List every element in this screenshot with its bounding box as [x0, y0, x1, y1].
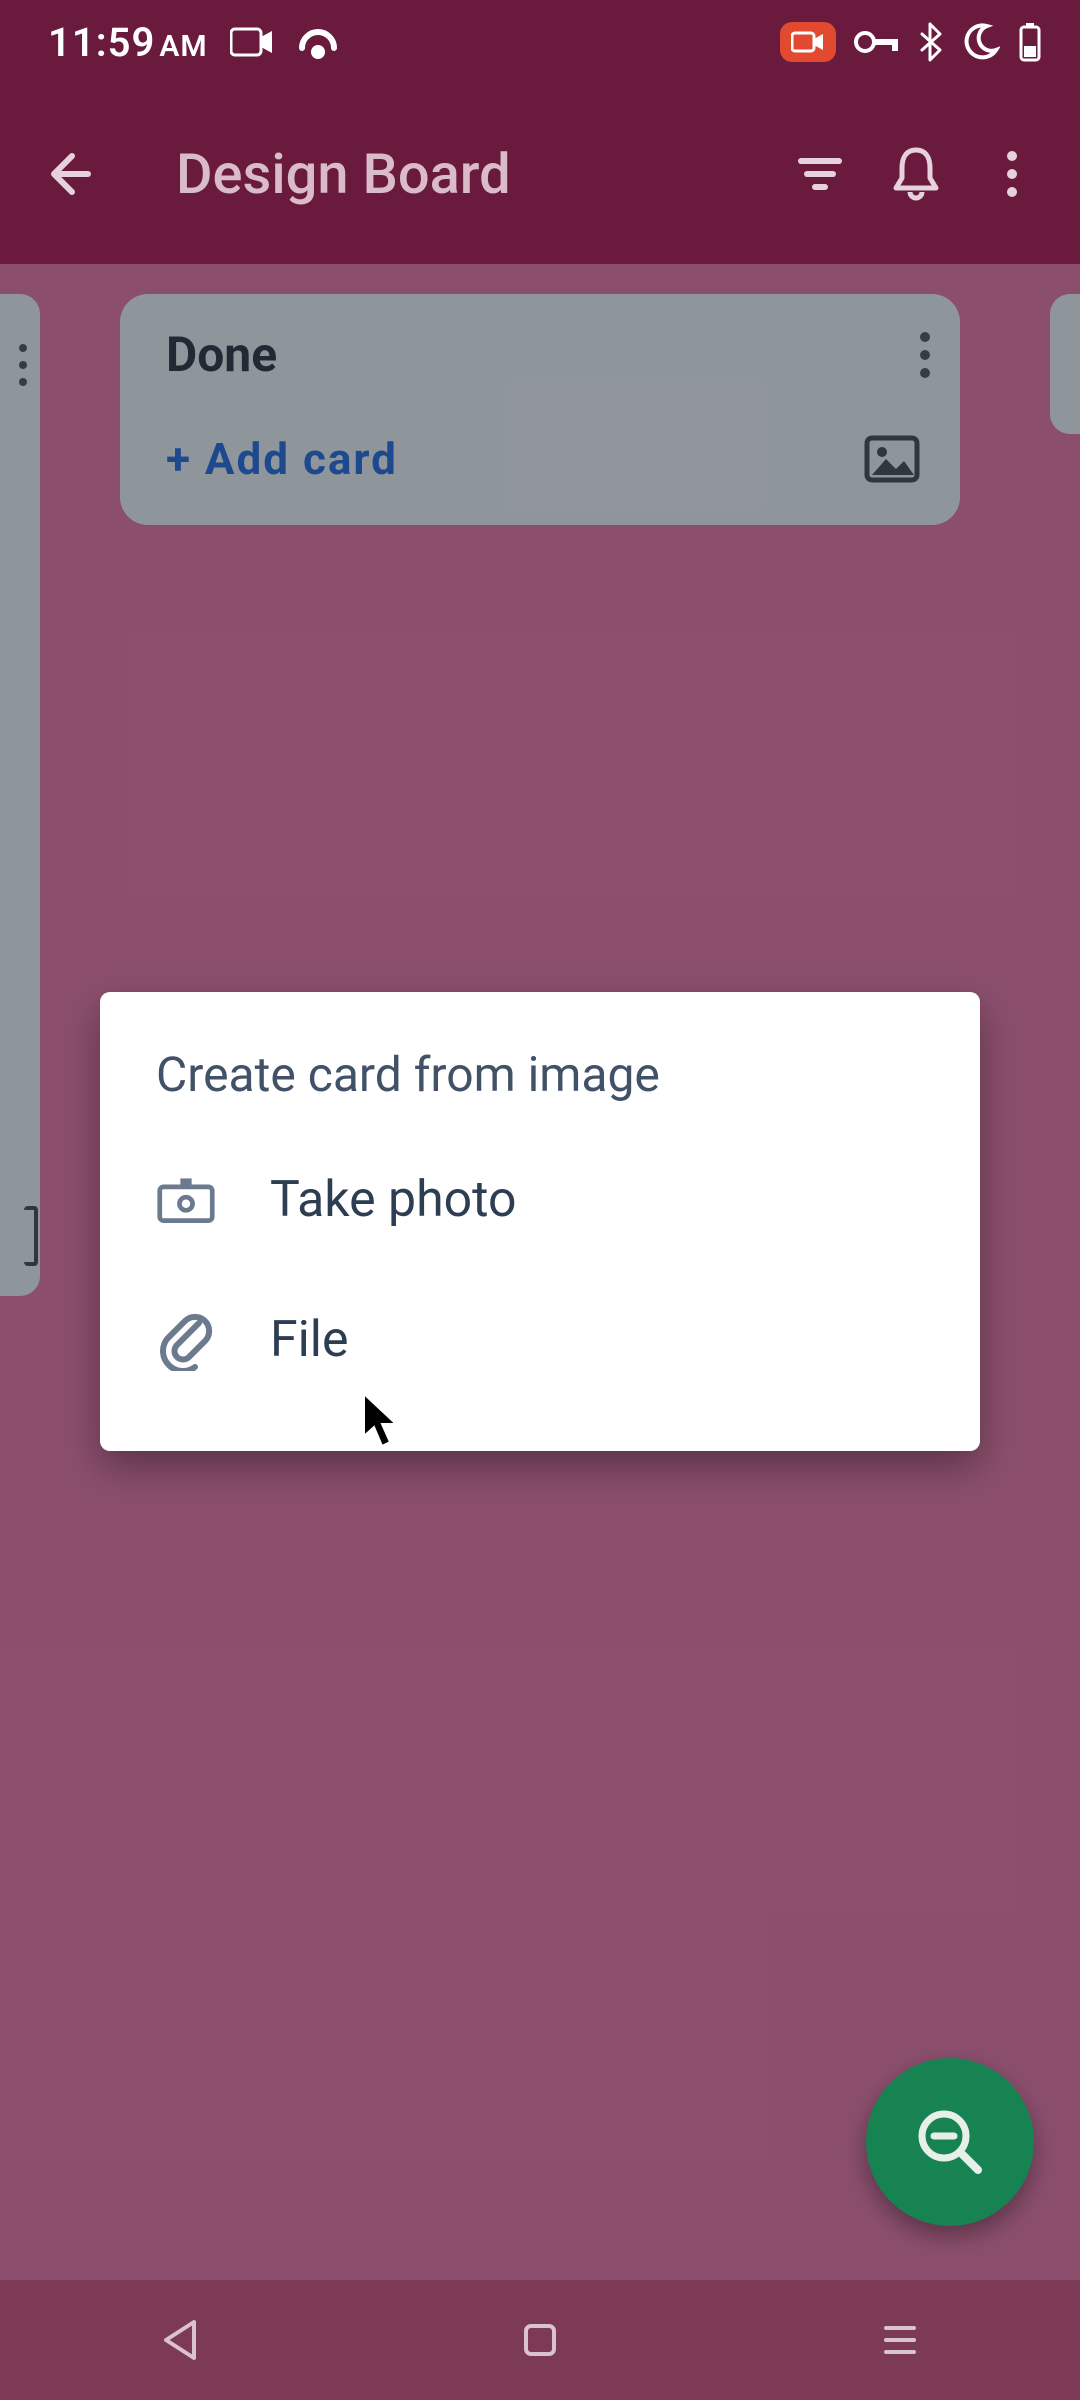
file-label: File	[270, 1311, 348, 1369]
create-card-from-image-dialog: Create card from image Take photo File	[100, 992, 980, 1451]
bell-icon	[888, 144, 944, 204]
notifications-button[interactable]	[868, 126, 964, 222]
attachment-icon	[156, 1309, 216, 1371]
status-time: 11:59AM	[48, 19, 208, 66]
screen-root: 11:59AM	[0, 0, 1080, 2400]
app-bar: Design Board	[0, 84, 1080, 264]
zoom-fab[interactable]	[866, 2058, 1034, 2226]
vpn-key-icon	[854, 29, 900, 55]
bluetooth-icon	[918, 22, 942, 62]
recording-pill-icon	[780, 22, 836, 62]
cursor-icon	[362, 1392, 402, 1450]
overflow-menu-button[interactable]	[964, 126, 1060, 222]
back-button[interactable]	[20, 126, 116, 222]
battery-icon	[1018, 22, 1042, 62]
filter-button[interactable]	[772, 126, 868, 222]
dialog-title: Create card from image	[100, 1046, 980, 1131]
nav-home-button[interactable]	[470, 2300, 610, 2380]
camera-icon	[156, 1174, 216, 1226]
arrow-left-icon	[38, 144, 98, 204]
system-nav-bar	[0, 2280, 1080, 2400]
file-option[interactable]: File	[100, 1269, 980, 1411]
status-time-ampm: AM	[159, 29, 207, 64]
do-not-disturb-moon-icon	[960, 22, 1000, 62]
take-photo-option[interactable]: Take photo	[100, 1131, 980, 1269]
status-left-group: 11:59AM	[48, 19, 340, 66]
triangle-back-icon	[160, 2318, 200, 2362]
hamburger-recents-icon	[880, 2322, 920, 2358]
zoom-out-icon	[908, 2100, 992, 2184]
screen-record-indicator-icon	[230, 26, 274, 58]
take-photo-label: Take photo	[270, 1171, 517, 1229]
status-bar: 11:59AM	[0, 0, 1080, 84]
more-vertical-icon	[1004, 144, 1020, 204]
status-right-group	[780, 22, 1042, 62]
filter-icon	[793, 147, 847, 201]
board-title[interactable]: Design Board	[176, 141, 772, 207]
status-time-hhmm: 11:59	[48, 19, 155, 66]
nav-recents-button[interactable]	[830, 2300, 970, 2380]
hotspot-icon	[296, 22, 340, 62]
square-home-icon	[520, 2320, 560, 2360]
nav-back-button[interactable]	[110, 2300, 250, 2380]
